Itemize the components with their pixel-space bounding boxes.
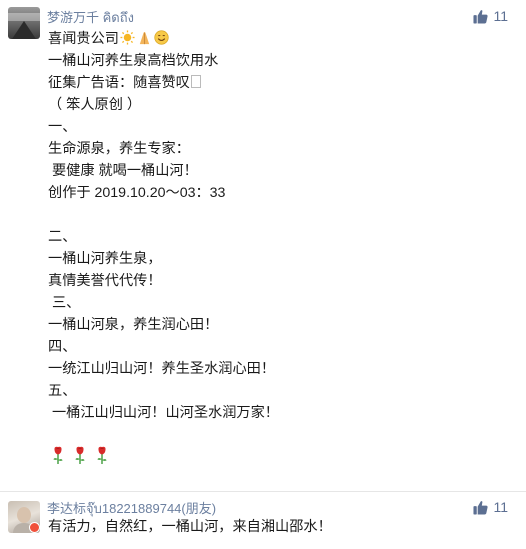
rose-icon (53, 446, 63, 464)
comment-item: 梦游万千 คิดถึง 11 喜闻贵公司 一桶山河养生泉高档饮用水 征集广告语：… (0, 0, 526, 491)
text-line: 创作于 2019.10.20～03：33 (48, 185, 226, 201)
text-line: 要健康 就喝一桶山河！ (48, 163, 198, 179)
thumbs-up-icon (473, 9, 489, 24)
text-line: 一桶山河养生泉高档饮用水 (48, 53, 219, 69)
like-count: 11 (493, 8, 508, 24)
text-line: 二、 (48, 229, 77, 245)
like-count: 11 (493, 499, 508, 515)
missing-glyph-box (190, 75, 201, 88)
sun-emoji-icon (120, 30, 135, 45)
rose-icon (75, 446, 85, 464)
text-line: 四、 (48, 339, 77, 355)
text-line: 一桶山河养生泉， (48, 251, 162, 267)
text-line: 一桶江山归山河！山河圣水润万家！ (48, 405, 279, 421)
text-line: 征集广告语：随喜赞叹 (48, 75, 190, 91)
text-line: 喜闻贵公司 (48, 31, 119, 47)
text-line: 五、 (48, 383, 77, 399)
namaste-emoji-icon (139, 31, 150, 45)
text-line: （ 笨人原创 ） (48, 97, 142, 113)
comment-text: 喜闻贵公司 一桶山河养生泉高档饮用水 征集广告语：随喜赞叹 （ 笨人原创 ） 一… (48, 28, 279, 424)
smile-emoji-icon (154, 30, 169, 45)
avatar[interactable] (8, 7, 40, 39)
avatar-face (17, 507, 31, 523)
avatar-mountain (12, 21, 36, 39)
like-button[interactable]: 11 (473, 8, 508, 24)
comment-author[interactable]: 梦游万千 คิดถึง (47, 7, 134, 28)
avatar-mist (8, 13, 40, 21)
text-line: 一、 (48, 119, 77, 135)
text-line: 三、 (48, 295, 81, 311)
text-line: 真情美誉代代传！ (48, 273, 162, 289)
thumbs-up-icon (473, 500, 489, 515)
comment-item: 李达标จุ๊บ18221889744(朋友) 11 有活力，自然红，一桶山河，来… (0, 491, 526, 549)
text-line: 一统江山归山河！养生圣水润心田！ (48, 361, 276, 377)
rose-emoji-row (50, 445, 110, 465)
like-button[interactable]: 11 (473, 499, 508, 515)
text-line: 生命源泉，养生专家： (48, 141, 190, 157)
text-line: 一桶山河泉，养生润心田！ (48, 317, 219, 333)
rose-icon (97, 446, 107, 464)
online-status-dot (29, 522, 40, 533)
comment-text: 有活力，自然红，一桶山河，来自湘山邵水！ (48, 519, 332, 535)
